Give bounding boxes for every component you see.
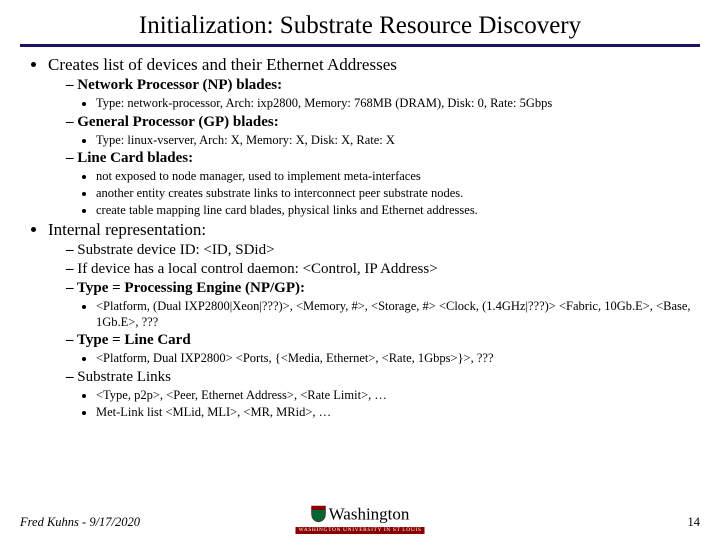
np-detail: Type: network-processor, Arch: ixp2800, … <box>96 96 700 112</box>
bullet-1-text: Creates list of devices and their Ethern… <box>48 55 397 74</box>
gp-blades-head: General Processor (GP) blades: Type: lin… <box>66 114 700 149</box>
np-blades-head: Network Processor (NP) blades: Type: net… <box>66 77 700 112</box>
daemon-line: If device has a local control daemon: <C… <box>66 261 700 278</box>
bullet-list: Creates list of devices and their Ethern… <box>20 55 700 420</box>
bullet-2-text: Internal representation: <box>48 220 206 239</box>
links-detail-list: <Type, p2p>, <Peer, Ethernet Address>, <… <box>66 388 700 420</box>
lc-blades-head: Line Card blades: not exposed to node ma… <box>66 150 700 218</box>
lc-blades-label: Line Card blades: <box>77 150 193 166</box>
sublist-2: Substrate device ID: <ID, SDid> If devic… <box>48 242 700 420</box>
university-name: Washington <box>329 504 410 523</box>
gp-detail-list: Type: linux-vserver, Arch: X, Memory: X,… <box>66 133 700 149</box>
slide-body: Initialization: Substrate Resource Disco… <box>0 0 720 420</box>
sublist-1: Network Processor (NP) blades: Type: net… <box>48 77 700 218</box>
footer-page-number: 14 <box>688 515 701 530</box>
lc2-head: Type = Line Card <Platform, Dual IXP2800… <box>66 332 700 367</box>
slide-title: Initialization: Substrate Resource Disco… <box>20 12 700 40</box>
np-blades-label: Network Processor (NP) blades: <box>77 77 282 93</box>
pe-head: Type = Processing Engine (NP/GP): <Platf… <box>66 280 700 330</box>
lc-detail-list: not exposed to node manager, used to imp… <box>66 169 700 218</box>
links-head: Substrate Links <Type, p2p>, <Peer, Ethe… <box>66 369 700 420</box>
lc2-label: Type = Line Card <box>77 332 191 348</box>
university-subtitle: WASHINGTON UNIVERSITY IN ST LOUIS <box>296 527 425 535</box>
pe-detail: <Platform, (Dual IXP2800|Xeon|???)>, <Me… <box>96 299 700 330</box>
gp-detail: Type: linux-vserver, Arch: X, Memory: X,… <box>96 133 700 149</box>
bullet-2: Internal representation: Substrate devic… <box>48 220 700 420</box>
lc-detail-1: not exposed to node manager, used to imp… <box>96 169 700 185</box>
lc-detail-2: another entity creates substrate links t… <box>96 186 700 202</box>
footer-author-date: Fred Kuhns - 9/17/2020 <box>20 515 140 529</box>
links-detail-1: <Type, p2p>, <Peer, Ethernet Address>, <… <box>96 388 700 404</box>
title-underline <box>20 44 700 47</box>
pe-label: Type = Processing Engine (NP/GP): <box>77 280 305 296</box>
sid-line: Substrate device ID: <ID, SDid> <box>66 242 700 259</box>
np-detail-list: Type: network-processor, Arch: ixp2800, … <box>66 96 700 112</box>
links-label: Substrate Links <box>77 369 171 385</box>
bullet-1: Creates list of devices and their Ethern… <box>48 55 700 218</box>
university-logo: Washington WASHINGTON UNIVERSITY IN ST L… <box>296 505 425 535</box>
lc2-detail: <Platform, Dual IXP2800> <Ports, {<Media… <box>96 351 700 367</box>
gp-blades-label: General Processor (GP) blades: <box>77 114 279 130</box>
shield-icon <box>311 505 327 526</box>
lc2-detail-list: <Platform, Dual IXP2800> <Ports, {<Media… <box>66 351 700 367</box>
lc-detail-3: create table mapping line card blades, p… <box>96 203 700 219</box>
pe-detail-list: <Platform, (Dual IXP2800|Xeon|???)>, <Me… <box>66 299 700 330</box>
links-detail-2: Met-Link list <MLid, MLI>, <MR, MRid>, … <box>96 405 700 421</box>
